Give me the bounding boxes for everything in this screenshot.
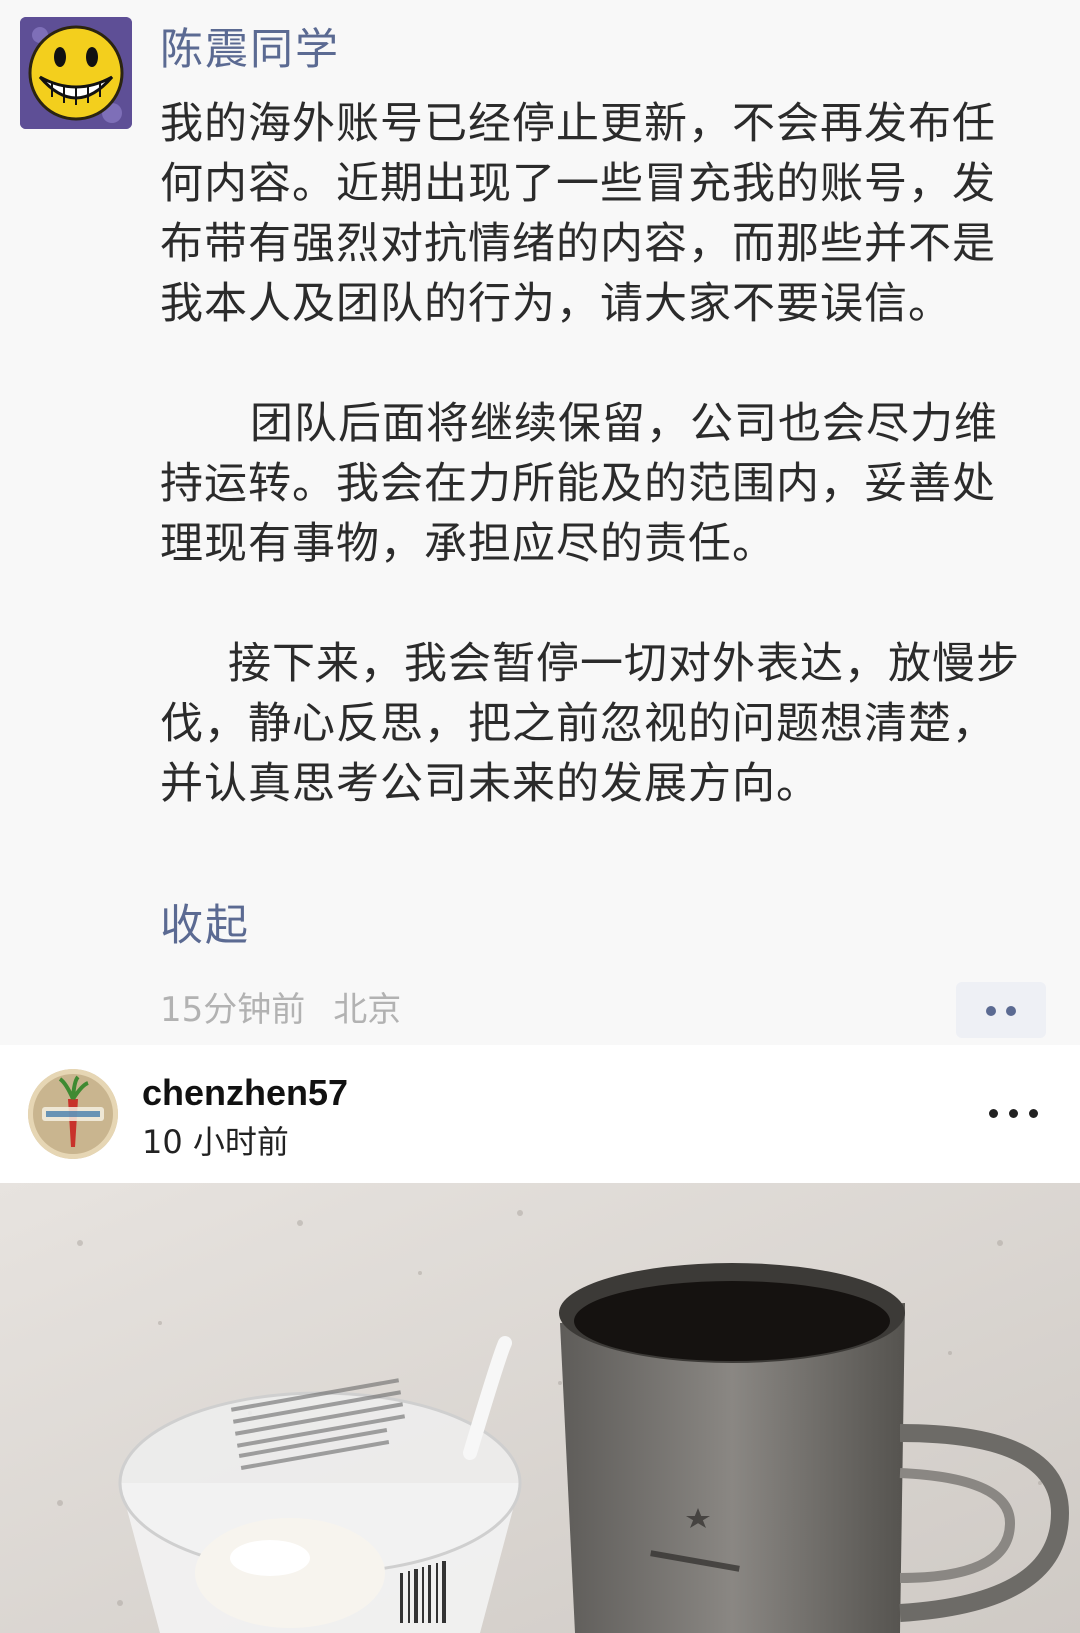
ellipsis-icon[interactable]	[985, 1099, 1045, 1129]
poster-name[interactable]: 陈震同学	[160, 22, 340, 78]
post-time: 10 小时前	[142, 1123, 289, 1161]
post-meta: 15分钟前 北京	[160, 988, 401, 1032]
post-photo[interactable]	[0, 1183, 1080, 1633]
post-paragraph-3: 接下来，我会暂停一切对外表达，放慢步伐，静心反思，把之前忽视的问题想清楚，并认真…	[160, 639, 1020, 809]
post-paragraph-1: 我的海外账号已经停止更新，不会再发布任何内容。近期出现了一些冒充我的账号，发布带…	[160, 99, 996, 329]
post-paragraph-2: 团队后面将继续保留，公司也会尽力维持运转。我会在力所能及的范围内，妥善处理现有事…	[160, 399, 998, 569]
post-username[interactable]: chenzhen57	[142, 1071, 348, 1115]
post-body: 我的海外账号已经停止更新，不会再发布任何内容。近期出现了一些冒充我的账号，发布带…	[160, 94, 1030, 814]
collapse-link[interactable]: 收起	[160, 898, 250, 954]
more-dots-icon[interactable]	[956, 982, 1046, 1038]
smiley-avatar-icon[interactable]	[20, 17, 132, 129]
instagram-post: chenzhen57 10 小时前	[0, 1045, 1080, 1633]
post-time: 15分钟前	[160, 990, 306, 1030]
radish-logo-avatar-icon[interactable]	[28, 1069, 118, 1159]
moments-post: 陈震同学 我的海外账号已经停止更新，不会再发布任何内容。近期出现了一些冒充我的账…	[0, 0, 1080, 1045]
post-location[interactable]: 北京	[333, 990, 401, 1030]
